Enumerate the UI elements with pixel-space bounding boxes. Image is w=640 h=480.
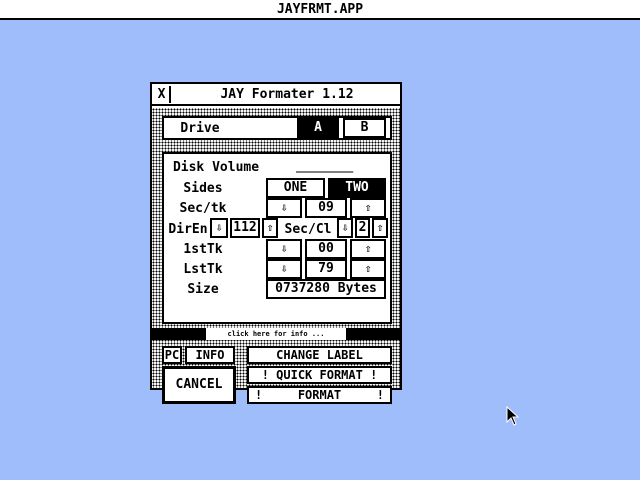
sec-tk-value: 09 — [305, 198, 347, 218]
window-title: JAY Formater 1.12 — [220, 87, 354, 102]
close-box[interactable]: X — [154, 86, 171, 103]
down-arrow-icon: ⇩ — [280, 242, 288, 255]
sec-cl-value: 2 — [355, 218, 370, 238]
first-track-decrement-button[interactable]: ⇩ — [266, 239, 302, 259]
down-arrow-icon: ⇩ — [341, 221, 349, 234]
sec-tk-decrement-button[interactable]: ⇩ — [266, 198, 302, 218]
last-track-increment-button[interactable]: ⇧ — [350, 259, 386, 279]
up-arrow-icon: ⇧ — [364, 201, 372, 214]
window-title-bar[interactable]: X JAY Formater 1.12 — [152, 84, 400, 106]
drive-label: Drive — [166, 119, 234, 137]
window-content: Drive A B Disk Volume __________ Sides O… — [152, 108, 400, 404]
format-right-mark: ! — [376, 388, 384, 402]
quick-format-button[interactable]: ! QUICK FORMAT ! — [247, 366, 392, 384]
sides-two-button[interactable]: TWO — [328, 178, 386, 198]
formatter-window: X JAY Formater 1.12 Drive A B Disk Volum… — [150, 82, 402, 404]
first-track-increment-button[interactable]: ⇧ — [350, 239, 386, 259]
disk-volume-input[interactable]: __________ — [296, 158, 384, 176]
format-label: FORMAT — [297, 388, 342, 402]
pc-button[interactable]: PC — [162, 346, 182, 364]
sec-tk-increment-button[interactable]: ⇧ — [350, 198, 386, 218]
sec-cl-decrement-button[interactable]: ⇩ — [337, 218, 353, 238]
size-value: 0737280 Bytes — [266, 279, 386, 299]
sec-cl-label: Sec/Cl — [281, 220, 335, 238]
first-track-value: 00 — [305, 239, 347, 259]
mouse-pointer-icon — [506, 406, 520, 426]
dir-en-increment-button[interactable]: ⇧ — [262, 218, 278, 238]
sec-tk-label: Sec/tk — [168, 199, 238, 217]
dir-en-decrement-button[interactable]: ⇩ — [210, 218, 228, 238]
info-hint-link[interactable]: click here for info ... — [206, 328, 346, 340]
cancel-button[interactable]: CANCEL — [162, 366, 236, 404]
change-label-button[interactable]: CHANGE LABEL — [247, 346, 392, 364]
up-arrow-icon: ⇧ — [376, 221, 384, 234]
last-track-value: 79 — [305, 259, 347, 279]
up-arrow-icon: ⇧ — [364, 242, 372, 255]
info-button[interactable]: INFO — [185, 346, 235, 364]
dir-en-value: 112 — [230, 218, 260, 238]
disk-volume-label: Disk Volume — [168, 158, 264, 176]
last-track-decrement-button[interactable]: ⇩ — [266, 259, 302, 279]
app-title-bar: JAYFRMT.APP — [0, 0, 640, 20]
format-button[interactable]: ! FORMAT ! — [247, 386, 392, 404]
down-arrow-icon: ⇩ — [215, 221, 223, 234]
down-arrow-icon: ⇩ — [280, 262, 288, 275]
up-arrow-icon: ⇧ — [364, 262, 372, 275]
close-icon: X — [157, 87, 166, 102]
first-track-label: 1stTk — [168, 240, 238, 258]
sides-label: Sides — [168, 179, 238, 197]
drive-a-button[interactable]: A — [297, 118, 339, 138]
sides-one-button[interactable]: ONE — [266, 178, 325, 198]
drive-b-button[interactable]: B — [343, 118, 386, 138]
format-left-mark: ! — [255, 388, 263, 402]
size-label: Size — [168, 280, 238, 298]
down-arrow-icon: ⇩ — [280, 201, 288, 214]
up-arrow-icon: ⇧ — [266, 221, 274, 234]
last-track-label: LstTk — [168, 260, 238, 278]
app-title: JAYFRMT.APP — [276, 2, 364, 17]
dir-en-label: DirEn — [166, 220, 210, 238]
sec-cl-increment-button[interactable]: ⇧ — [372, 218, 388, 238]
